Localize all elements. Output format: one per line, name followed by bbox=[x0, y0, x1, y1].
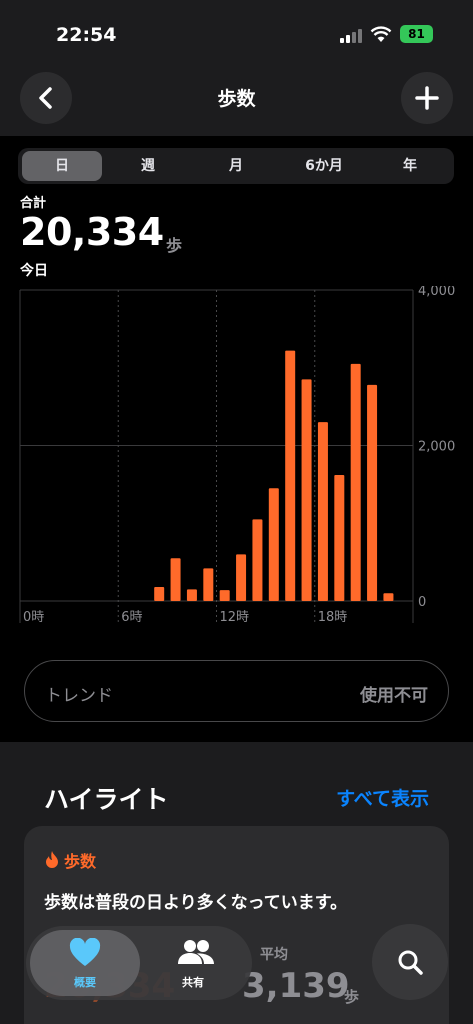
chart-y-tick-label: 2,000 bbox=[418, 440, 455, 455]
highlights-title: ハイライト bbox=[44, 785, 169, 814]
search-icon bbox=[398, 950, 423, 975]
status-bar: 22:54 81 bbox=[0, 0, 473, 64]
tab-bar: 概要 共有 bbox=[26, 926, 252, 1000]
segment-week[interactable]: 週 bbox=[108, 151, 188, 181]
segment-year[interactable]: 年 bbox=[370, 151, 450, 181]
people-icon bbox=[178, 940, 214, 964]
chart-x-tick-label: 18時 bbox=[318, 610, 348, 625]
chart-y-tick-label: 0 bbox=[418, 595, 426, 610]
chart-x-tick-label: 12時 bbox=[220, 610, 250, 625]
wifi-icon bbox=[370, 25, 392, 47]
period-segmented-control: 日 週 月 6か月 年 bbox=[18, 148, 454, 184]
highlight-category: 歩数 bbox=[64, 852, 97, 871]
steps-detail-panel: 日 週 月 6か月 年 合計 20,334 歩 今日 4,000 2,000 0 0時… bbox=[0, 136, 473, 742]
segment-month[interactable]: 月 bbox=[196, 151, 276, 181]
hourly-steps-chart[interactable]: 4,000 2,000 0 0時 6時 12時 18時 bbox=[0, 286, 473, 636]
chart-bar bbox=[367, 384, 378, 601]
chart-bar bbox=[268, 488, 279, 601]
tab-summary-label: 概要 bbox=[74, 976, 96, 989]
tab-summary[interactable]: 概要 bbox=[30, 930, 140, 996]
status-time: 22:54 bbox=[56, 24, 117, 46]
add-data-button[interactable] bbox=[401, 72, 453, 124]
chart-bar bbox=[317, 422, 328, 601]
chart-bar bbox=[252, 519, 263, 601]
trend-label: トレンド bbox=[45, 686, 113, 706]
total-steps-value: 20,334 bbox=[20, 210, 164, 254]
highlight-description: 歩数は普段の日より多くなっています。 bbox=[44, 893, 348, 913]
chart-x-tick-label: 6時 bbox=[121, 610, 142, 625]
nav-bar: 歩数 bbox=[0, 64, 473, 136]
total-label: 合計 bbox=[20, 196, 47, 211]
chart-bar bbox=[186, 589, 197, 601]
chart-bar bbox=[154, 587, 165, 601]
chart-bar bbox=[236, 554, 247, 601]
chart-bar bbox=[285, 350, 296, 601]
search-button[interactable] bbox=[372, 924, 448, 1000]
average-value: 3,139 bbox=[242, 966, 350, 1006]
average-label: 平均 bbox=[260, 947, 288, 963]
segment-6months[interactable]: 6か月 bbox=[284, 151, 364, 181]
tab-sharing-label: 共有 bbox=[182, 976, 204, 989]
battery-icon: 81 bbox=[400, 25, 433, 43]
battery-level: 81 bbox=[408, 27, 425, 41]
cellular-signal-icon bbox=[340, 29, 364, 43]
trend-row[interactable]: トレンド 使用不可 bbox=[24, 660, 449, 722]
chart-bar bbox=[383, 593, 394, 601]
chart-bar bbox=[301, 379, 312, 601]
chart-y-tick-label: 4,000 bbox=[418, 286, 455, 299]
chart-bar bbox=[170, 558, 181, 601]
date-label: 今日 bbox=[20, 263, 48, 279]
trend-status: 使用不可 bbox=[360, 686, 428, 706]
chart-bar bbox=[219, 590, 230, 601]
highlight-card-header: 歩数 bbox=[44, 848, 96, 872]
flame-icon bbox=[46, 851, 58, 868]
segment-day[interactable]: 日 bbox=[22, 151, 102, 181]
show-all-link[interactable]: すべて表示 bbox=[336, 784, 429, 811]
chart-bar bbox=[203, 568, 214, 601]
heart-icon bbox=[69, 938, 101, 966]
chart-x-tick-label: 0時 bbox=[23, 610, 44, 625]
average-unit: 歩 bbox=[344, 988, 360, 1006]
chart-bar bbox=[334, 475, 345, 601]
total-steps-unit: 歩 bbox=[166, 236, 183, 255]
chart-bar bbox=[350, 363, 361, 601]
plus-icon bbox=[415, 86, 439, 110]
tab-sharing[interactable]: 共有 bbox=[138, 930, 248, 996]
